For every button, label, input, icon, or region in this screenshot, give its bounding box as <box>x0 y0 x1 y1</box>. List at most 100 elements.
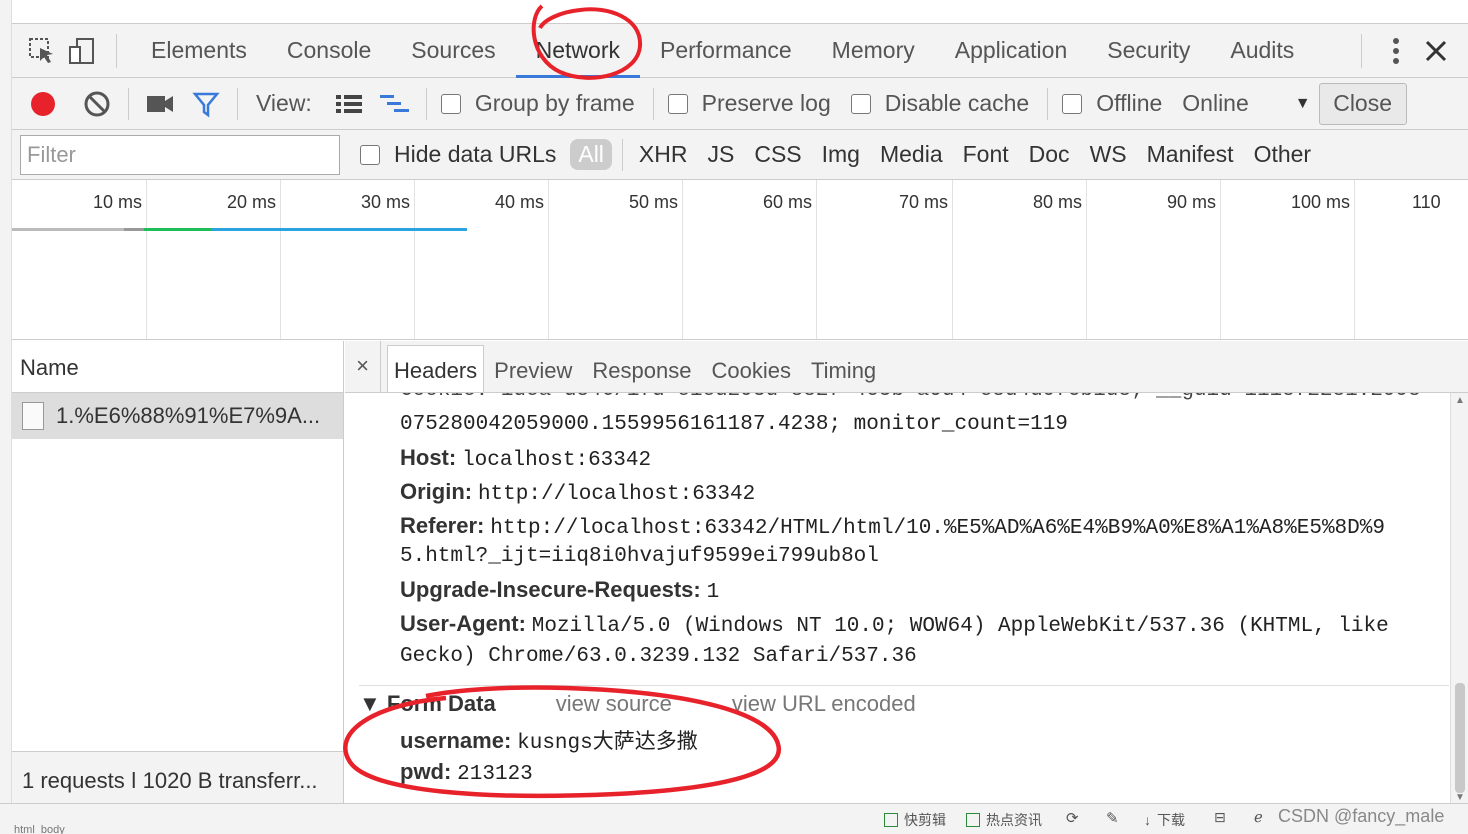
offline-label: Offline <box>1096 90 1163 116</box>
tab-preview[interactable]: Preview <box>484 358 582 392</box>
scrollbar-thumb[interactable] <box>1455 683 1465 793</box>
divider <box>652 87 654 120</box>
tab-elements[interactable]: Elements <box>131 24 267 78</box>
chevron-down-icon[interactable]: ▼ <box>1295 95 1311 113</box>
tab-memory[interactable]: Memory <box>812 24 935 78</box>
statusbar-item-kuaijianji[interactable]: 快剪辑 <box>884 810 946 830</box>
name-column-header[interactable]: Name <box>12 341 343 393</box>
large-rows-icon[interactable] <box>326 81 372 127</box>
more-options-icon[interactable] <box>1376 31 1416 71</box>
filter-icon[interactable] <box>183 81 229 127</box>
window-icon[interactable]: ⊟ <box>1214 809 1226 826</box>
browser-icon[interactable]: ℯ <box>1254 808 1263 826</box>
tab-timing[interactable]: Timing <box>801 358 886 392</box>
statusbar-item-download[interactable]: ↓ 下载 <box>1144 810 1185 830</box>
request-name: 1.%E6%88%91%E7%9A... <box>56 403 321 428</box>
tab-headers[interactable]: Headers <box>387 345 485 392</box>
close-details-icon[interactable]: × <box>345 341 381 392</box>
clear-icon[interactable] <box>74 81 120 127</box>
filter-type-xhr[interactable]: XHR <box>629 141 698 168</box>
checkbox-box[interactable] <box>1062 93 1083 114</box>
filter-type-doc[interactable]: Doc <box>1019 141 1080 168</box>
view-label: View: <box>256 90 312 116</box>
scroll-down-icon[interactable]: ▼ <box>1455 792 1465 803</box>
grid-line <box>1086 180 1087 339</box>
checkbox-box[interactable] <box>850 93 871 114</box>
tab-security[interactable]: Security <box>1087 24 1210 78</box>
tab-audits[interactable]: Audits <box>1210 24 1314 78</box>
grid-line <box>280 180 281 339</box>
divider <box>1047 87 1049 120</box>
form-data-section-header: ▼ Form Data view source view URL encoded <box>359 685 1449 721</box>
record-icon[interactable] <box>20 81 66 127</box>
filter-type-manifest[interactable]: Manifest <box>1137 141 1244 168</box>
pin-icon[interactable]: ✎ <box>1106 809 1119 827</box>
cookie-header-continuation: 075280042059000.1559956161187.4238; moni… <box>400 413 1068 436</box>
grid-line <box>548 180 549 339</box>
group-by-frame-checkbox[interactable]: Group by frame <box>440 90 635 117</box>
view-url-encoded-link[interactable]: view URL encoded <box>732 691 916 717</box>
grid-line <box>1220 180 1221 339</box>
tab-application[interactable]: Application <box>935 24 1088 78</box>
statusbar-label: 快剪辑 <box>904 812 946 828</box>
filter-input[interactable]: Filter <box>20 134 340 175</box>
filter-type-img[interactable]: Img <box>812 141 870 168</box>
tab-sources[interactable]: Sources <box>391 24 515 78</box>
checkbox-box[interactable] <box>440 93 461 114</box>
request-row[interactable]: 1.%E6%88%91%E7%9A... <box>12 393 343 439</box>
filter-bar: Filter Hide data URLs All XHR JS CSS Img… <box>12 130 1468 180</box>
close-button[interactable]: Close <box>1318 82 1407 125</box>
timeline-label: 10 ms <box>92 192 142 212</box>
header-key: Origin: <box>400 479 473 504</box>
offline-checkbox[interactable]: Offline <box>1062 90 1162 117</box>
request-list-panel: Name 1.%E6%88%91%E7%9A... 1 requests ǀ 1… <box>12 341 344 811</box>
tab-console[interactable]: Console <box>267 24 391 78</box>
header-value: http://localhost:63342/HTML/html/10.%E5%… <box>490 517 1385 540</box>
filter-type-font[interactable]: Font <box>953 141 1019 168</box>
referer-continuation: 5.html?_ijt=iiq8i0hvajuf9599ei799ub8ol <box>400 545 879 568</box>
tab-network[interactable]: Network <box>515 24 641 78</box>
form-data-title[interactable]: ▼ Form Data <box>359 691 496 717</box>
capture-screenshots-icon[interactable] <box>137 81 183 127</box>
filter-type-css[interactable]: CSS <box>744 141 811 168</box>
header-value: Mozilla/5.0 (Windows NT 10.0; WOW64) App… <box>531 615 1389 638</box>
tab-cookies[interactable]: Cookies <box>701 358 800 392</box>
left-window-edge <box>0 0 12 834</box>
view-source-link[interactable]: view source <box>556 691 672 717</box>
devtools-tab-bar: Elements Console Sources Network Perform… <box>12 24 1468 78</box>
tab-performance[interactable]: Performance <box>640 24 812 78</box>
disable-cache-checkbox[interactable]: Disable cache <box>850 90 1029 117</box>
filter-type-all[interactable]: All <box>570 139 612 170</box>
filter-type-media[interactable]: Media <box>870 141 953 168</box>
hide-data-urls-checkbox[interactable]: Hide data URLs <box>360 141 556 168</box>
network-timeline-overview[interactable]: 10 ms 20 ms 30 ms 40 ms 50 ms 60 ms 70 m… <box>12 180 1468 340</box>
form-field-pwd: pwd: 213123 <box>400 759 533 786</box>
download-icon: ↓ <box>1144 812 1151 828</box>
preserve-log-checkbox[interactable]: Preserve log <box>667 90 831 117</box>
user-agent-header: User-Agent: Mozilla/5.0 (Windows NT 10.0… <box>400 611 1389 638</box>
filter-type-js[interactable]: JS <box>697 141 744 168</box>
divider <box>237 87 238 120</box>
tab-response[interactable]: Response <box>582 358 701 392</box>
close-devtools-icon[interactable] <box>1416 31 1456 71</box>
device-toolbar-icon[interactable] <box>62 31 102 71</box>
filter-type-ws[interactable]: WS <box>1080 141 1137 168</box>
timeline-label: 70 ms <box>898 192 948 212</box>
inspect-element-icon[interactable] <box>22 31 62 71</box>
timeline-bar-stalled <box>12 228 124 231</box>
throttling-select[interactable]: Online <box>1182 90 1248 117</box>
scroll-up-icon[interactable]: ▲ <box>1455 395 1465 406</box>
overview-icon[interactable] <box>372 81 418 127</box>
filter-type-other[interactable]: Other <box>1244 141 1322 168</box>
header-key: Referer: <box>400 513 485 538</box>
details-scrollbar[interactable]: ▲ ▼ <box>1450 393 1468 803</box>
status-bar: html body 快剪辑 热点资讯 ⟳ ✎ ↓ 下载 ⊟ ℯ CSDN @fan… <box>0 803 1468 834</box>
checkbox-box[interactable] <box>667 93 688 114</box>
refresh-icon[interactable]: ⟳ <box>1066 809 1079 827</box>
news-icon <box>966 813 980 827</box>
cookie-header-partial: Cookie: idea-d846/ifd-e1ed293d-882f-4c5b… <box>400 393 1421 402</box>
checkbox-box[interactable] <box>360 144 380 165</box>
statusbar-item-news[interactable]: 热点资讯 <box>966 810 1042 830</box>
network-toolbar: View: Group by frame Preserve log Disabl… <box>12 78 1468 130</box>
timeline-label: 90 ms <box>1166 192 1216 212</box>
